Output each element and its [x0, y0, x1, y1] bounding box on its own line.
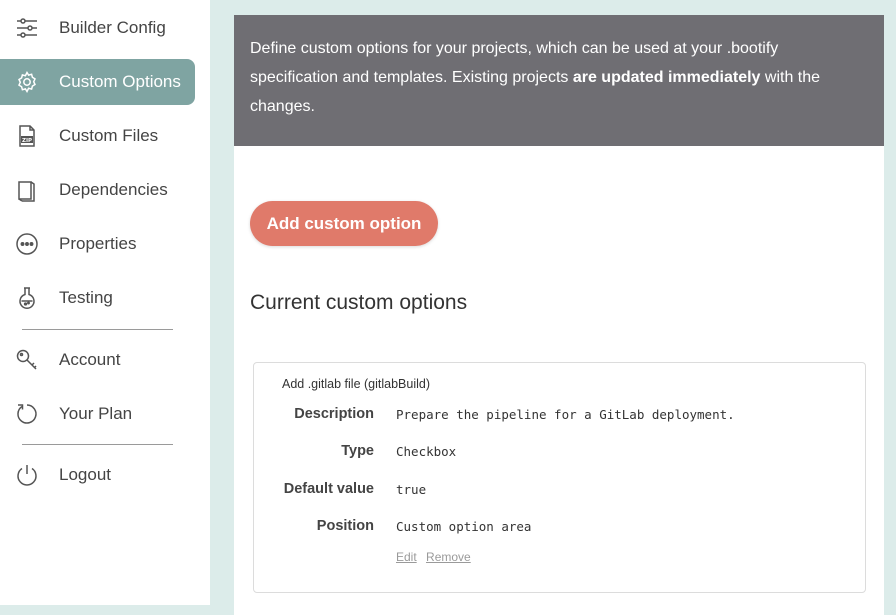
power-icon	[14, 462, 40, 488]
sidebar-item-label: Properties	[59, 234, 137, 253]
type-label: Type	[341, 443, 374, 459]
position-value: Custom option area	[396, 519, 532, 534]
sidebar-item-label: Account	[59, 350, 121, 369]
sidebar-item-your-plan[interactable]: Your Plan	[0, 391, 195, 437]
key-icon	[14, 347, 40, 373]
sidebar-item-label: Builder Config	[59, 18, 166, 37]
description-value: Prepare the pipeline for a GitLab deploy…	[396, 407, 735, 422]
ellipsis-circle-icon	[14, 231, 40, 257]
book-icon	[14, 177, 40, 203]
sidebar-item-custom-options[interactable]: Custom Options	[0, 59, 195, 105]
sidebar-item-logout[interactable]: Logout	[0, 452, 195, 498]
sidebar-divider	[22, 329, 173, 330]
refresh-icon	[14, 401, 40, 427]
sidebar-item-label: Logout	[59, 465, 111, 484]
sidebar-item-label: Custom Files	[59, 126, 159, 145]
banner-bold-text: are updated immediately	[572, 69, 761, 86]
option-actions: Edit Remove	[396, 550, 477, 564]
zip-file-icon: ZIP	[14, 123, 40, 149]
remove-link[interactable]: Remove	[426, 550, 471, 564]
sidebar-item-testing[interactable]: Testing	[0, 275, 195, 321]
custom-option-card: Add .gitlab file (gitlabBuild) Descripti…	[253, 362, 866, 593]
sidebar-item-label: Testing	[59, 288, 113, 307]
sliders-icon	[14, 15, 40, 41]
type-value: Checkbox	[396, 444, 457, 459]
info-banner: Define custom options for your projects,…	[234, 15, 884, 146]
sidebar-item-label: Dependencies	[59, 180, 168, 199]
sidebar-item-label: Custom Options	[59, 72, 181, 91]
option-title: Add .gitlab file (gitlabBuild)	[282, 377, 430, 391]
section-title: Current custom options	[250, 291, 468, 314]
flask-icon	[14, 285, 40, 311]
main-card: Define custom options for your projects,…	[234, 15, 884, 615]
sidebar-item-builder-config[interactable]: Builder Config	[0, 5, 195, 51]
sidebar-item-dependencies[interactable]: Dependencies	[0, 167, 195, 213]
sidebar-divider	[22, 444, 173, 445]
default-value-label: Default value	[283, 481, 374, 497]
sidebar-item-custom-files[interactable]: ZIP Custom Files	[0, 113, 195, 159]
position-label: Position	[316, 518, 374, 534]
default-value-value: true	[396, 482, 427, 497]
sidebar: Builder Config Custom Options ZIP Custom…	[0, 0, 210, 605]
svg-text:ZIP: ZIP	[22, 138, 32, 144]
sidebar-item-properties[interactable]: Properties	[0, 221, 195, 267]
gear-icon	[14, 69, 40, 95]
edit-link[interactable]: Edit	[396, 550, 417, 564]
add-custom-option-button[interactable]: Add custom option	[250, 201, 438, 246]
sidebar-item-label: Your Plan	[59, 404, 133, 423]
sidebar-item-account[interactable]: Account	[0, 337, 195, 383]
description-label: Description	[294, 406, 374, 422]
